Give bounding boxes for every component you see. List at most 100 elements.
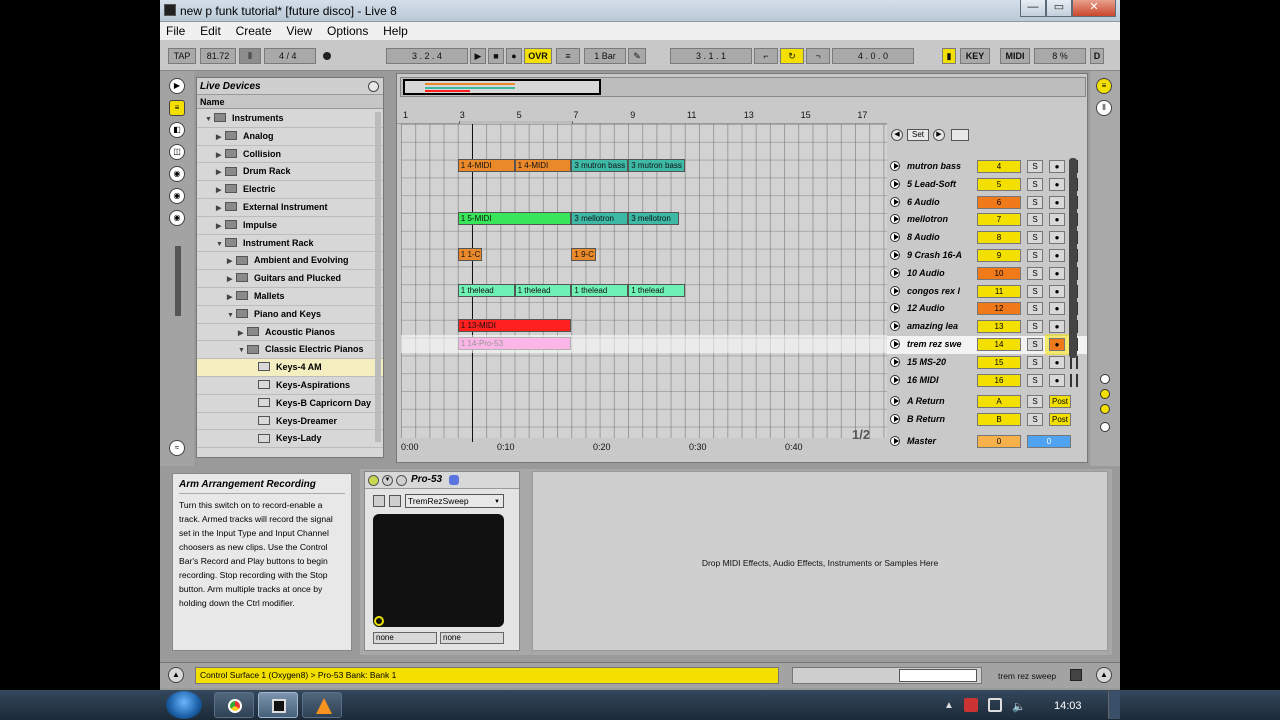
browser-scroll-track[interactable] xyxy=(175,246,181,316)
solo-button[interactable]: S xyxy=(1027,302,1043,316)
show-desktop-button[interactable] xyxy=(1108,691,1120,719)
track-view-icon[interactable] xyxy=(1070,669,1082,681)
track-play-icon[interactable] xyxy=(890,356,900,367)
browser-item[interactable]: ▶ Ambient and Evolving xyxy=(197,252,383,271)
arrangement-clip[interactable]: 1 5-MIDI xyxy=(457,212,572,226)
quantize-menu[interactable]: 1 Bar xyxy=(584,48,626,64)
track-activator[interactable]: 11 xyxy=(977,284,1021,298)
expand-arrow-icon[interactable]: ▶ xyxy=(216,147,225,163)
device-drop-area[interactable]: Drop MIDI Effects, Audio Effects, Instru… xyxy=(532,471,1108,651)
solo-button[interactable]: S xyxy=(1027,373,1043,387)
track-play-icon[interactable] xyxy=(890,161,900,171)
track-play-icon[interactable] xyxy=(890,339,900,349)
track-play-icon[interactable] xyxy=(890,374,900,385)
track-play-icon[interactable] xyxy=(890,414,900,425)
file-browser-3-icon[interactable]: ◉ xyxy=(169,210,185,226)
track-activator[interactable]: 13 xyxy=(977,320,1021,334)
menu-create[interactable]: Create xyxy=(230,22,278,38)
arrangement-clip[interactable]: 3 mellotron xyxy=(628,212,680,226)
track-activator[interactable]: 7 xyxy=(977,213,1021,227)
solo-button[interactable]: S xyxy=(1027,195,1043,209)
arm-button[interactable]: ● xyxy=(1049,160,1065,173)
browser-item[interactable]: ▶ Analog xyxy=(197,128,383,146)
browser-item[interactable]: ▶ Acoustic Pianos xyxy=(197,324,383,342)
key-map-icon[interactable]: ▮ xyxy=(942,48,956,64)
browser-item[interactable]: Keys-Dreamer xyxy=(197,413,383,431)
device-wrench-icon[interactable] xyxy=(396,475,407,486)
track-activator[interactable]: 6 xyxy=(977,195,1021,209)
solo-button[interactable]: S xyxy=(1027,249,1043,262)
track-header[interactable]: 6 Audio 6 S ● xyxy=(887,194,1087,212)
track-activator[interactable]: 4 xyxy=(977,160,1021,173)
browser-toggle-icon[interactable]: ▶ xyxy=(169,78,185,94)
arrangement-clip[interactable]: 1 thelead xyxy=(628,283,685,297)
browser-item[interactable]: ▶ Mallets xyxy=(197,288,383,306)
track-activator[interactable]: 14 xyxy=(977,338,1021,351)
network-icon[interactable] xyxy=(988,698,1002,712)
browser-item[interactable]: Keys-Aspirations xyxy=(197,377,383,395)
expand-arrow-icon[interactable]: ▶ xyxy=(216,129,225,145)
track-activator[interactable]: 10 xyxy=(977,266,1021,280)
track-activator[interactable]: 15 xyxy=(977,355,1021,369)
expand-arrow-icon[interactable]: ▶ xyxy=(227,253,236,269)
expand-arrow-icon[interactable]: ▶ xyxy=(216,200,225,216)
browser-item[interactable]: ▶ Guitars and Plucked xyxy=(197,270,383,288)
arm-button[interactable]: ● xyxy=(1049,338,1065,351)
follow-icon[interactable]: ≡ xyxy=(556,48,580,64)
play-button[interactable]: ▶ xyxy=(470,48,486,64)
browser-search-icon[interactable] xyxy=(368,81,379,92)
browser-item[interactable]: Keys-Lady xyxy=(197,430,383,449)
menu-view[interactable]: View xyxy=(280,22,318,38)
track-play-icon[interactable] xyxy=(890,214,900,225)
menu-edit[interactable]: Edit xyxy=(194,22,227,38)
solo-button[interactable]: S xyxy=(1027,177,1043,191)
track-header[interactable]: congos rex l 11 S ● xyxy=(887,283,1087,301)
track-header[interactable]: mutron bass 4 S ● xyxy=(887,158,1087,176)
track-header[interactable]: trem rez swe 14 S ● xyxy=(887,336,1087,354)
y-axis-chooser[interactable]: none xyxy=(440,632,504,644)
io-toggle-icon[interactable] xyxy=(1100,374,1110,384)
library-icon[interactable]: ◫ xyxy=(169,144,185,160)
browser-item[interactable]: ▼ Instruments xyxy=(197,110,383,128)
punch-out-icon[interactable]: ¬ xyxy=(806,48,830,64)
expand-arrow-icon[interactable]: ▶ xyxy=(227,289,236,305)
browser-item[interactable]: ▼ Classic Electric Pianos xyxy=(197,341,383,360)
arm-button[interactable]: ● xyxy=(1049,213,1065,227)
arm-button[interactable]: ● xyxy=(1049,320,1065,334)
browser-item[interactable]: ▼ Instrument Rack xyxy=(197,235,383,253)
arm-button[interactable]: ● xyxy=(1049,177,1065,191)
ovr-button[interactable]: OVR xyxy=(524,48,552,64)
return-track-header[interactable]: B Return B S Post xyxy=(887,411,1087,429)
track-header[interactable]: 5 Lead-Soft 5 S ● xyxy=(887,176,1087,194)
live-taskbar-icon[interactable] xyxy=(258,692,298,718)
solo-button[interactable]: S xyxy=(1027,213,1043,227)
track-play-icon[interactable] xyxy=(890,178,900,189)
arrangement-clip[interactable]: 3 mellotron xyxy=(571,212,629,226)
browser-item[interactable]: Keys-4 AM xyxy=(197,359,383,377)
solo-button[interactable]: S xyxy=(1027,413,1043,427)
key-map-button[interactable]: KEY xyxy=(960,48,990,64)
track-play-icon[interactable] xyxy=(890,250,900,260)
track-header[interactable]: 12 Audio 12 S ● xyxy=(887,300,1087,318)
solo-button[interactable]: S xyxy=(1027,338,1043,351)
expand-arrow-icon[interactable]: ▶ xyxy=(216,164,225,180)
solo-button[interactable]: S xyxy=(1027,160,1043,173)
post-button[interactable]: Post xyxy=(1049,395,1071,409)
overview-bar[interactable] xyxy=(400,77,1086,97)
track-play-icon[interactable] xyxy=(890,436,900,446)
arm-button[interactable]: ● xyxy=(1049,266,1065,280)
master-volume-left[interactable]: 0 xyxy=(977,435,1021,448)
vlc-taskbar-icon[interactable] xyxy=(302,692,342,718)
browser-scrollbar[interactable] xyxy=(375,112,381,442)
arm-button[interactable]: ● xyxy=(1049,355,1065,369)
xy-cursor[interactable] xyxy=(374,616,384,626)
stop-button[interactable]: ■ xyxy=(488,48,504,64)
loop-length-field[interactable]: 4 . 0 . 0 xyxy=(832,48,914,64)
expand-arrow-icon[interactable]: ▼ xyxy=(216,236,225,252)
maximize-button[interactable]: ▭ xyxy=(1046,0,1072,17)
arrangement-clip[interactable]: 3 mutron bass xyxy=(628,159,685,172)
overview-window[interactable] xyxy=(403,79,601,95)
device-fold-icon[interactable]: ▼ xyxy=(382,475,393,486)
volume-icon[interactable]: 🔈 xyxy=(1012,700,1026,713)
arrangement-view-icon[interactable]: ≡ xyxy=(1096,78,1112,94)
